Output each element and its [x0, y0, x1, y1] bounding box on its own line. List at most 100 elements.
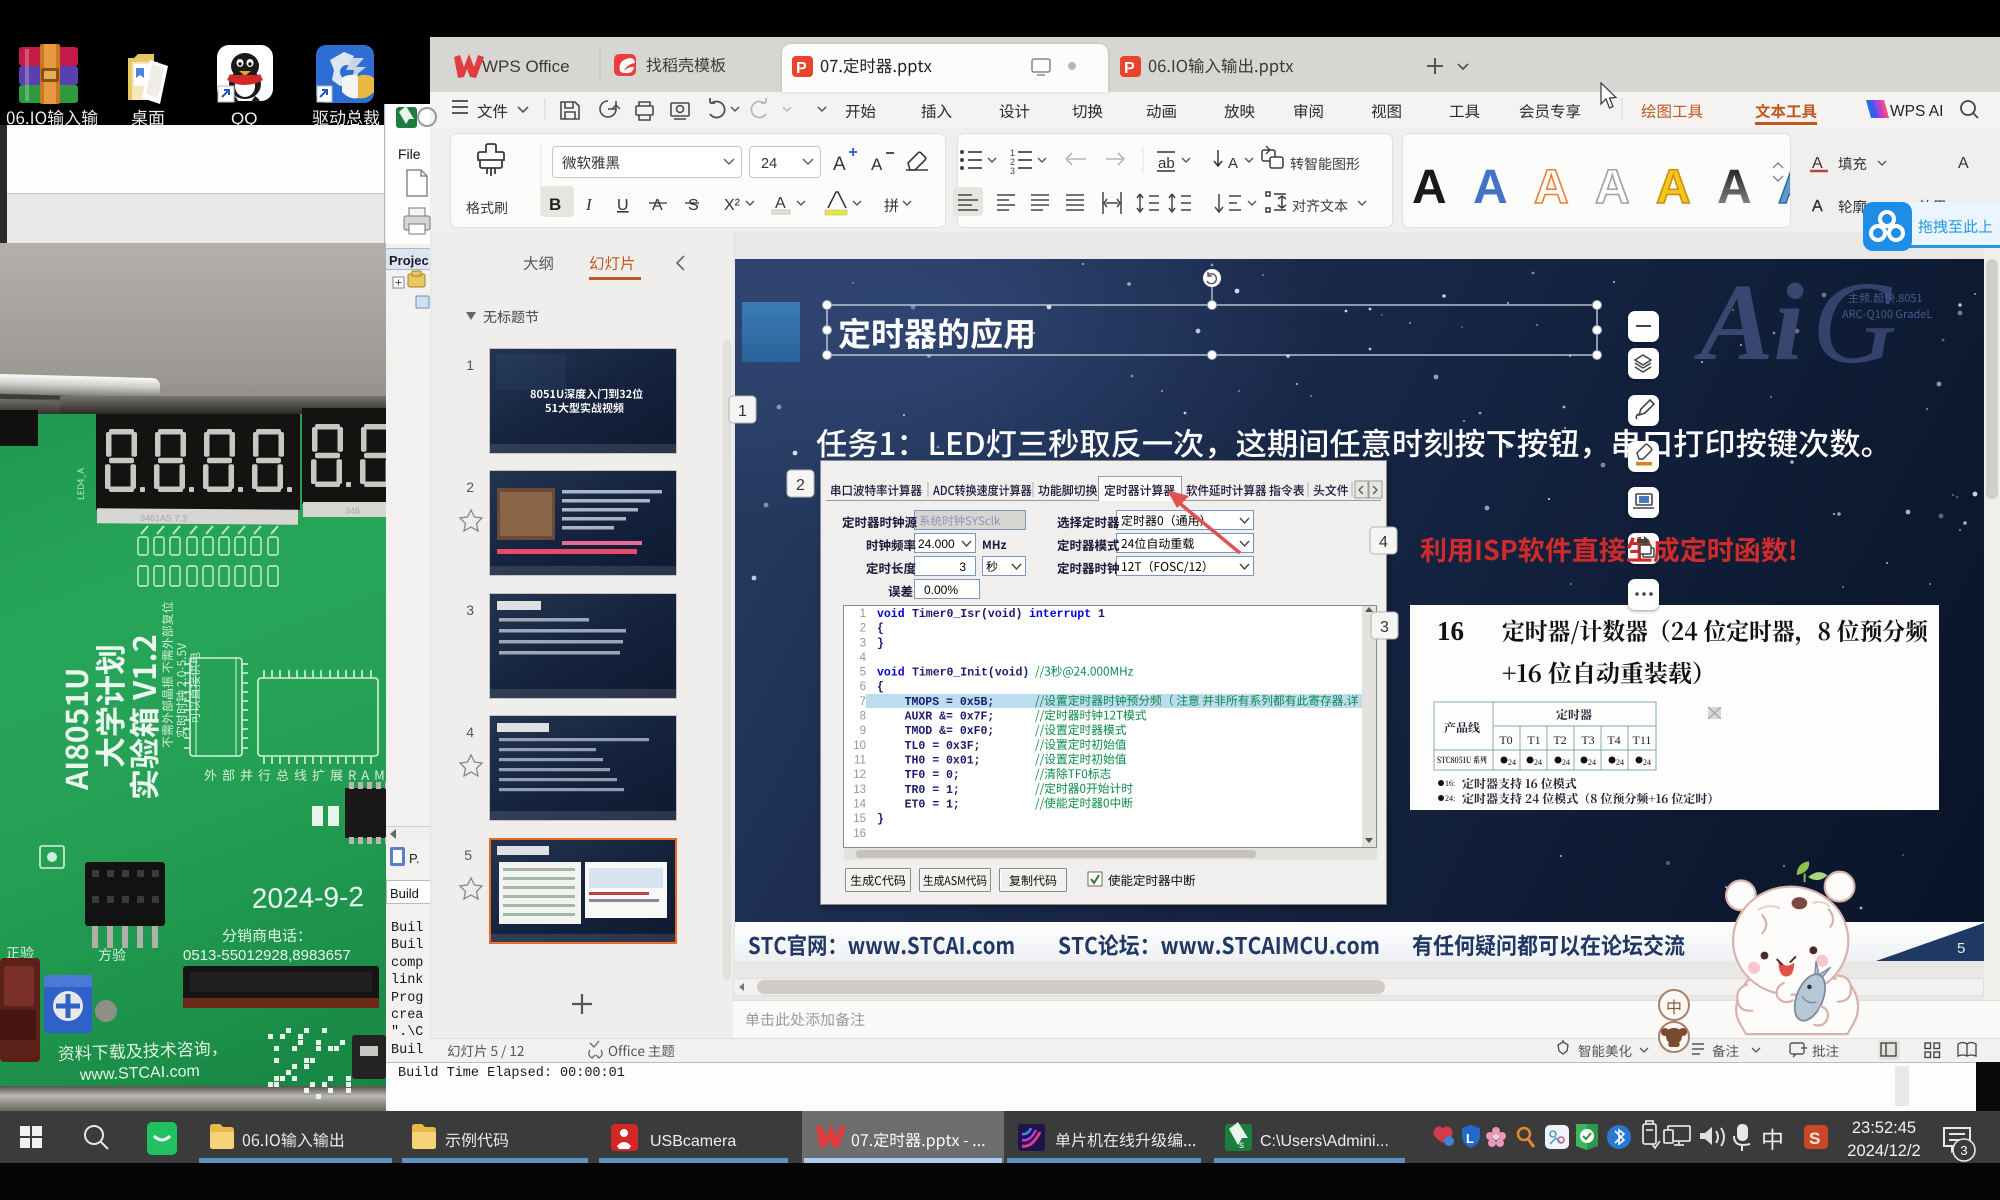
svg-text:16:: 16:: [1445, 779, 1455, 788]
svg-text:T11: T11: [1633, 733, 1652, 747]
svg-text:0513-55012928,8983657: 0513-55012928,8983657: [183, 947, 351, 964]
svg-text:T1: T1: [1527, 733, 1540, 747]
svg-text:Projec: Projec: [389, 253, 429, 268]
svg-text:A: A: [1958, 155, 1969, 172]
svg-text:Build Time Elapsed: 00:00:01: Build Time Elapsed: 00:00:01: [398, 1066, 625, 1081]
svg-text:24: 24: [1508, 758, 1516, 767]
svg-text:I: I: [585, 195, 593, 214]
svg-text:A: A: [871, 155, 883, 174]
svg-text:A: A: [1534, 161, 1569, 214]
svg-text:4: 4: [860, 652, 867, 664]
svg-text:3461AS 7.3: 3461AS 7.3: [140, 513, 187, 523]
svg-text:12: 12: [853, 769, 866, 781]
svg-text:A: A: [833, 154, 846, 175]
svg-text:WPS AI: WPS AI: [1890, 103, 1943, 120]
svg-text:6: 6: [860, 681, 866, 693]
svg-text:3: 3: [860, 637, 866, 649]
svg-text:TF0 = 0;: TF0 = 0;: [877, 769, 960, 782]
svg-text:24: 24: [1616, 758, 1624, 767]
svg-text:24: 24: [1562, 758, 1570, 767]
svg-text:void: void: [877, 608, 912, 621]
svg-text:}: }: [877, 637, 884, 650]
svg-text:link: link: [391, 973, 423, 988]
svg-text:Timer0_Isr(void): Timer0_Isr(void): [912, 608, 1029, 621]
svg-text:A: A: [1812, 155, 1823, 172]
svg-text:24: 24: [761, 156, 777, 172]
svg-text:".\C: ".\C: [391, 1025, 423, 1040]
svg-text:TR0 = 1;: TR0 = 1;: [877, 784, 960, 797]
svg-text:2024/12/2: 2024/12/2: [1847, 1142, 1920, 1160]
svg-text:A: A: [1412, 161, 1447, 214]
svg-text:QQ: QQ: [231, 109, 257, 128]
svg-text:Timer0_Init(void): Timer0_Init(void): [912, 667, 1029, 680]
svg-text:24.000: 24.000: [918, 537, 955, 551]
svg-text:3: 3: [1380, 619, 1389, 636]
svg-text:TH0 = 0x01;: TH0 = 0x01;: [877, 755, 981, 768]
svg-text:T2: T2: [1553, 733, 1566, 747]
svg-text:1: 1: [738, 403, 747, 420]
svg-text:void: void: [877, 667, 912, 680]
svg-text:T4: T4: [1607, 733, 1620, 747]
svg-text:www.STCAI.com: www.STCAI.com: [79, 1063, 201, 1084]
svg-text:5: 5: [860, 667, 866, 679]
svg-text:14: 14: [853, 799, 866, 811]
svg-text:5: 5: [1957, 940, 1965, 957]
svg-text:24: 24: [1588, 758, 1596, 767]
svg-text:2: 2: [466, 479, 474, 495]
svg-text:G: G: [1812, 257, 1897, 388]
svg-text:A: A: [1473, 161, 1508, 214]
svg-text:Buil: Buil: [391, 1043, 423, 1058]
svg-text:1: 1: [466, 357, 474, 373]
svg-text:TMOD &= 0xF0;: TMOD &= 0xF0;: [877, 725, 994, 738]
svg-text:A: A: [1595, 161, 1630, 214]
svg-text:11: 11: [854, 755, 866, 767]
svg-text:X²: X²: [724, 197, 741, 214]
svg-text:3: 3: [1010, 166, 1015, 176]
svg-text:WPS Office: WPS Office: [482, 57, 570, 76]
svg-text:s: s: [1239, 1140, 1244, 1151]
svg-text:A: A: [1778, 161, 1813, 214]
svg-text:ab: ab: [1158, 155, 1175, 172]
svg-text:15: 15: [853, 813, 866, 825]
svg-text:24:: 24:: [1445, 794, 1455, 803]
svg-text:2: 2: [796, 477, 805, 494]
svg-text:USBcamera: USBcamera: [650, 1133, 736, 1150]
svg-text:AUXR &= 0x7F;: AUXR &= 0x7F;: [877, 711, 994, 724]
svg-text:TMOPS = 0x5B;: TMOPS = 0x5B;: [877, 696, 994, 709]
svg-text:interrupt: interrupt: [1029, 608, 1098, 621]
svg-text:Buil: Buil: [391, 921, 423, 936]
svg-text:crea: crea: [391, 1008, 423, 1023]
svg-text:23:52:45: 23:52:45: [1852, 1119, 1916, 1137]
svg-text:L: L: [1466, 1131, 1474, 1146]
svg-text:T3: T3: [1581, 733, 1594, 747]
svg-text:Build: Build: [390, 886, 419, 901]
svg-text:4: 4: [1379, 534, 1388, 551]
svg-text:3: 3: [959, 560, 966, 574]
svg-text:3: 3: [466, 602, 474, 618]
svg-text:9: 9: [860, 725, 866, 737]
svg-text:T0: T0: [1499, 733, 1512, 747]
svg-text:A: A: [652, 197, 663, 214]
svg-text:1: 1: [1098, 608, 1105, 621]
svg-text:10: 10: [853, 740, 866, 752]
svg-text:3: 3: [1960, 1143, 1967, 1158]
svg-text:{: {: [877, 681, 884, 694]
svg-text:2: 2: [860, 623, 866, 635]
svg-text:A: A: [775, 195, 786, 212]
svg-text:A: A: [1812, 198, 1823, 215]
svg-text:Buil: Buil: [391, 938, 423, 953]
svg-text:S: S: [688, 197, 699, 214]
svg-text:U: U: [617, 197, 629, 214]
svg-text:TL0 = 0x3F;: TL0 = 0x3F;: [877, 740, 981, 753]
svg-text:346: 346: [345, 506, 360, 516]
svg-text:A: A: [1228, 155, 1238, 172]
svg-text:24: 24: [1643, 758, 1651, 767]
svg-text:B: B: [549, 195, 561, 214]
svg-text:8: 8: [860, 711, 866, 723]
svg-text:ET0 = 1;: ET0 = 1;: [877, 799, 960, 812]
svg-text:P: P: [1124, 60, 1135, 77]
svg-text:2024-9-2: 2024-9-2: [252, 881, 365, 914]
svg-text:File: File: [398, 146, 421, 162]
svg-text:}: }: [877, 813, 884, 826]
svg-text:5: 5: [464, 847, 472, 863]
